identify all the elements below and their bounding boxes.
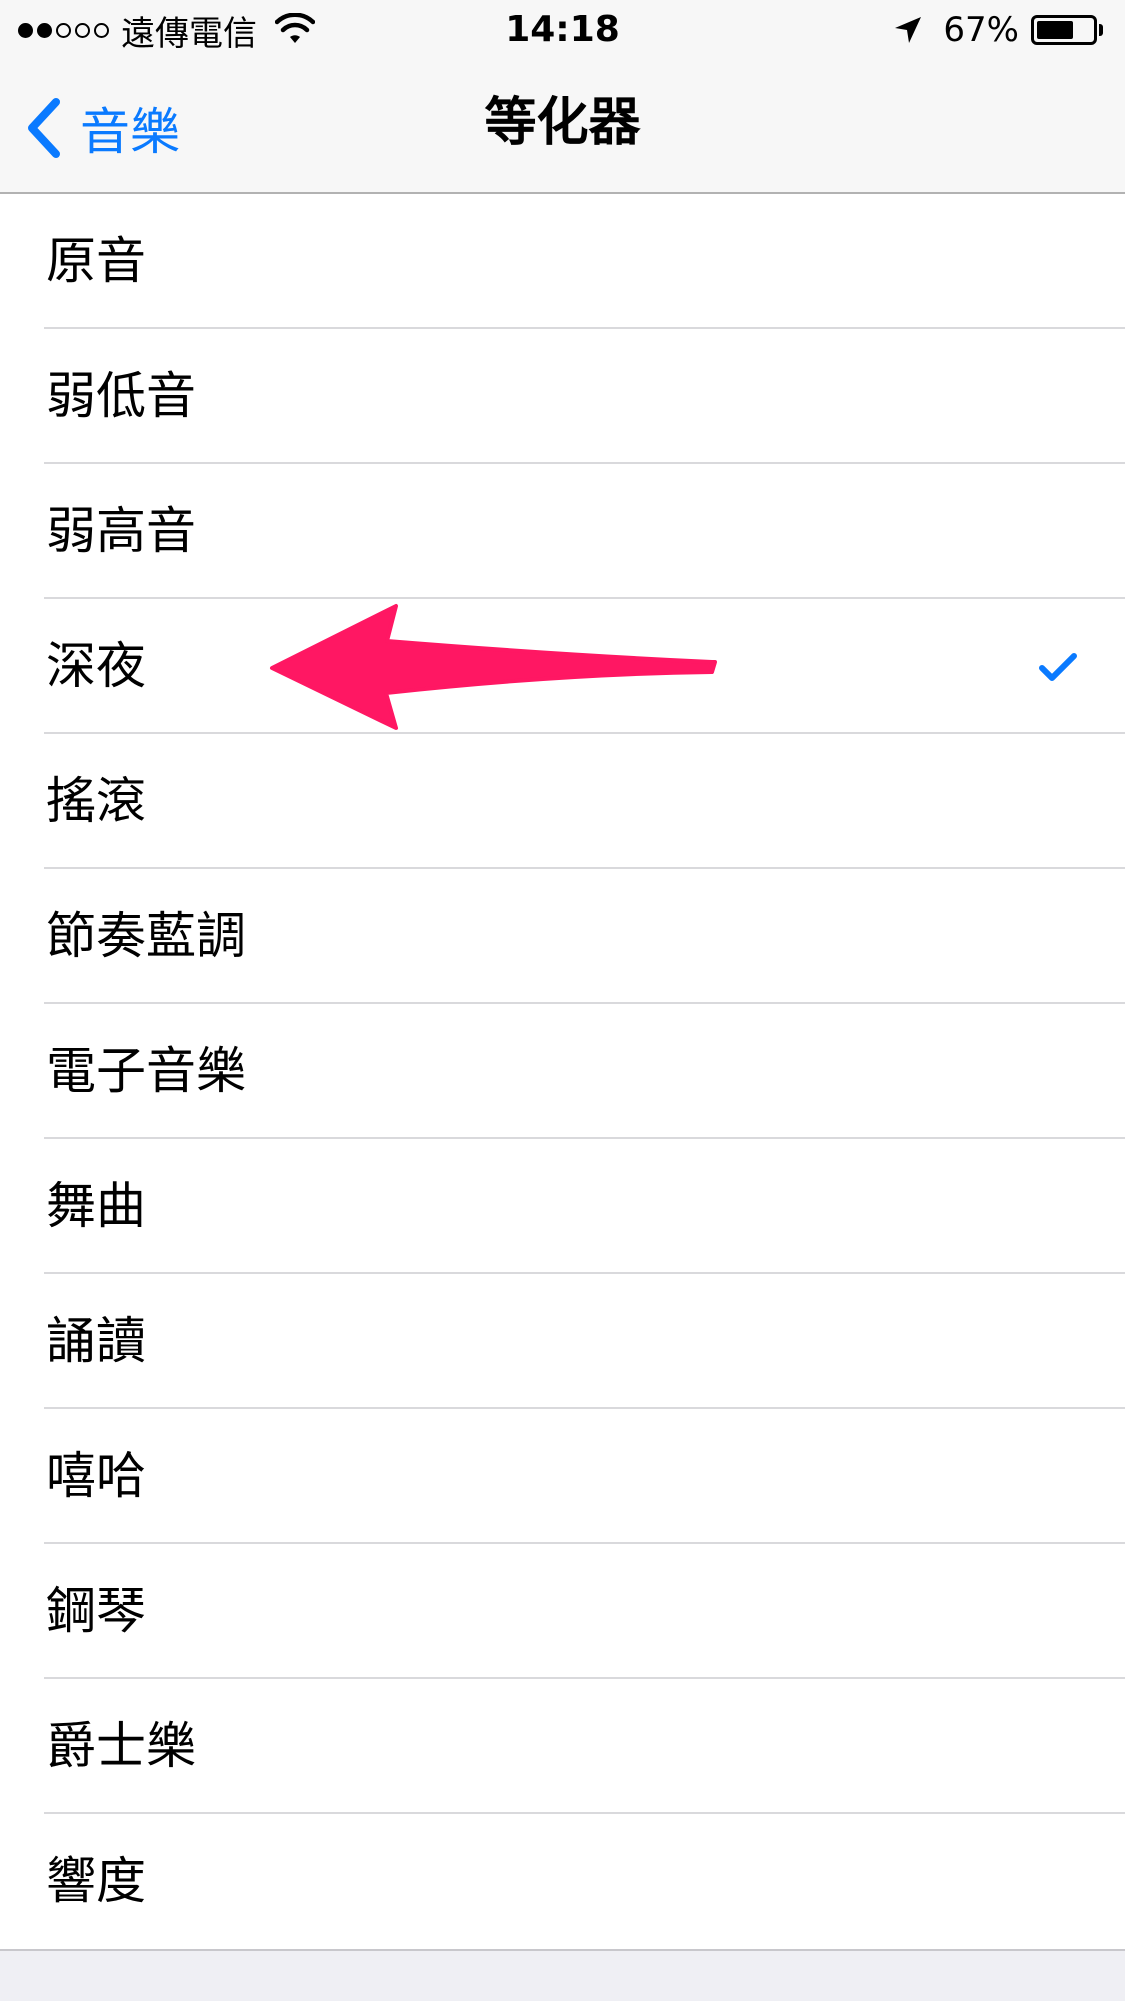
equalizer-option-label: 舞曲 <box>46 1177 146 1235</box>
battery-icon <box>1031 15 1097 45</box>
page-title: 等化器 <box>484 93 641 153</box>
equalizer-option[interactable]: 誦讀 <box>0 1274 1125 1409</box>
equalizer-option-label: 深夜 <box>46 637 146 695</box>
equalizer-option[interactable]: 弱低音 <box>0 329 1125 464</box>
equalizer-option-label: 誦讀 <box>46 1312 146 1370</box>
equalizer-option-label: 弱低音 <box>46 367 196 425</box>
battery-percent: 67% <box>943 10 1019 50</box>
equalizer-option[interactable]: 弱高音 <box>0 464 1125 599</box>
equalizer-option[interactable]: 鋼琴 <box>0 1544 1125 1679</box>
battery-fill <box>1037 21 1074 39</box>
equalizer-option[interactable]: 深夜 <box>0 599 1125 734</box>
equalizer-option[interactable]: 節奏藍調 <box>0 869 1125 1004</box>
status-right: 67% <box>893 8 1103 52</box>
top-bar: 遠傳電信 14:18 67% 音樂 等化器 <box>0 0 1125 194</box>
equalizer-option-label: 鋼琴 <box>46 1582 146 1640</box>
equalizer-option[interactable]: 搖滾 <box>0 734 1125 869</box>
checkmark-icon <box>1039 653 1077 681</box>
status-bar: 遠傳電信 14:18 67% <box>0 0 1125 60</box>
equalizer-option-label: 嘻哈 <box>46 1447 146 1505</box>
equalizer-option-label: 弱高音 <box>46 502 196 560</box>
equalizer-option[interactable]: 舞曲 <box>0 1139 1125 1274</box>
equalizer-list: 原音弱低音弱高音深夜搖滾節奏藍調電子音樂舞曲誦讀嘻哈鋼琴爵士樂響度 <box>0 194 1125 1951</box>
location-arrow-icon <box>895 17 922 43</box>
equalizer-option-label: 爵士樂 <box>46 1717 196 1775</box>
equalizer-option-label: 響度 <box>46 1852 146 1910</box>
navigation-bar: 音樂 等化器 <box>0 60 1125 190</box>
equalizer-option-label: 電子音樂 <box>46 1042 246 1100</box>
equalizer-option[interactable]: 原音 <box>0 194 1125 329</box>
equalizer-option[interactable]: 嘻哈 <box>0 1409 1125 1544</box>
equalizer-option-label: 節奏藍調 <box>46 907 246 965</box>
battery-tip <box>1099 24 1103 36</box>
equalizer-option[interactable]: 電子音樂 <box>0 1004 1125 1139</box>
equalizer-option-label: 原音 <box>46 232 146 290</box>
equalizer-option-label: 搖滾 <box>46 772 146 830</box>
equalizer-option[interactable]: 爵士樂 <box>0 1679 1125 1814</box>
equalizer-option[interactable]: 響度 <box>0 1814 1125 1949</box>
